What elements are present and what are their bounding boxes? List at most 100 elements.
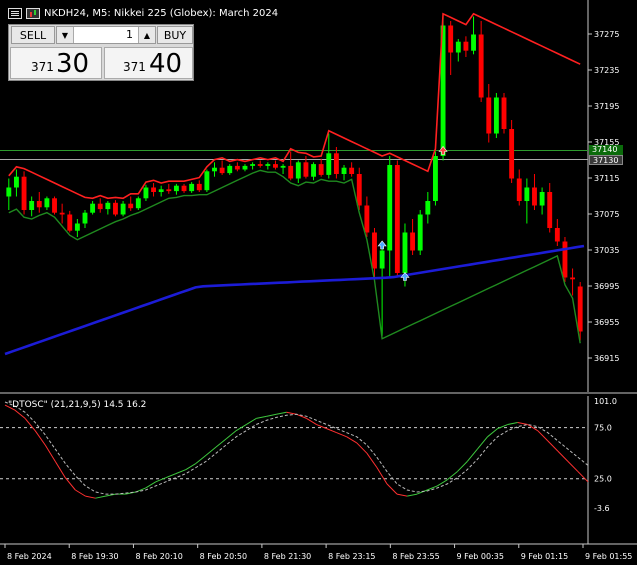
candle-body[interactable] — [135, 198, 141, 209]
candle-body[interactable] — [52, 198, 57, 213]
chart-type-icon[interactable] — [26, 7, 40, 19]
trade-arrow-icon[interactable] — [377, 240, 387, 250]
candle-body[interactable] — [501, 97, 507, 130]
candle-body[interactable] — [250, 164, 256, 166]
time-tick-label: 8 Feb 2024 — [7, 552, 52, 561]
candle-body[interactable] — [326, 153, 332, 175]
candle-body[interactable] — [158, 189, 164, 192]
chart-window[interactable]: 37275 37235 37195 37155 37115 37075 37035 36995… — [0, 0, 637, 565]
candle-body[interactable] — [219, 167, 225, 174]
candle-body[interactable] — [212, 167, 217, 172]
candle-body[interactable] — [486, 97, 492, 134]
chart-canvas[interactable]: 3727537235371953715537115370753703536995… — [0, 0, 637, 565]
candle-body[interactable] — [379, 250, 385, 269]
candle-body[interactable] — [303, 162, 309, 177]
candle-body[interactable] — [311, 164, 316, 177]
candle-body[interactable] — [280, 165, 286, 168]
candle-body[interactable] — [44, 198, 50, 208]
candle-body[interactable] — [570, 277, 576, 280]
lot-decrease-icon[interactable]: ▼ — [57, 27, 74, 43]
buy-button[interactable]: BUY — [157, 26, 193, 44]
candle-body[interactable] — [387, 165, 393, 251]
candle-body[interactable] — [189, 183, 195, 192]
sell-button[interactable]: SELL — [11, 26, 55, 44]
chart-header: NKDH24, M5: Nikkei 225 (Globex): March 2… — [8, 5, 278, 21]
candle-body[interactable] — [6, 187, 12, 197]
candle-body[interactable] — [173, 185, 179, 192]
candle-body[interactable] — [181, 185, 187, 192]
menu-icon[interactable] — [8, 7, 22, 19]
candle-body[interactable] — [82, 212, 88, 224]
candle-body[interactable] — [90, 203, 96, 213]
candle-body[interactable] — [120, 203, 126, 215]
oscillator-label: "DTOSC" (21,21,9,5) 14.5 16.2 — [8, 400, 147, 410]
candle-body[interactable] — [478, 34, 484, 98]
candle-body[interactable] — [333, 153, 339, 174]
candle-body[interactable] — [471, 34, 476, 51]
candle-body[interactable] — [113, 202, 118, 215]
lot-size-value[interactable]: 1 — [126, 28, 133, 41]
candle-body[interactable] — [532, 187, 537, 206]
candle-body[interactable] — [509, 129, 515, 179]
sell-price-cell[interactable]: 371 30 — [10, 47, 102, 79]
candle-body[interactable] — [67, 214, 73, 231]
candle-body[interactable] — [524, 187, 530, 202]
candle-body[interactable] — [349, 167, 355, 174]
candle-body[interactable] — [402, 232, 408, 274]
candle-body[interactable] — [493, 97, 499, 134]
candle-body[interactable] — [318, 164, 324, 175]
osc-fast-line — [577, 471, 589, 483]
candle-body[interactable] — [341, 167, 347, 174]
candle-body[interactable] — [425, 201, 431, 215]
candle-body[interactable] — [265, 164, 271, 166]
candle-body[interactable] — [455, 41, 461, 53]
time-tick-label: 9 Feb 00:35 — [457, 552, 504, 561]
osc-fast-line — [356, 442, 368, 454]
candle-body[interactable] — [257, 164, 263, 166]
candle-body[interactable] — [417, 214, 423, 251]
trade-arrow-icon[interactable] — [438, 146, 448, 155]
osc-fast-line — [145, 481, 157, 489]
candle-body[interactable] — [372, 232, 377, 269]
candle-body[interactable] — [516, 178, 522, 202]
lot-increase-icon[interactable]: ▲ — [138, 27, 155, 43]
candle-body[interactable] — [151, 187, 156, 193]
candle-body[interactable] — [562, 241, 568, 278]
candle-body[interactable] — [105, 202, 111, 210]
candle-body[interactable] — [410, 232, 416, 251]
candle-body[interactable] — [128, 203, 134, 209]
candle-body[interactable] — [394, 165, 400, 273]
osc-signal-line — [4, 401, 589, 495]
candle-body[interactable] — [364, 205, 370, 233]
osc-fast-line — [276, 411, 287, 415]
candle-body[interactable] — [547, 192, 553, 228]
candle-body[interactable] — [29, 201, 35, 210]
candle-body[interactable] — [13, 176, 19, 188]
candle-body[interactable] — [433, 156, 438, 201]
candle-body[interactable] — [273, 164, 278, 168]
candle-body[interactable] — [36, 201, 42, 208]
candle-body[interactable] — [74, 223, 80, 231]
candle-body[interactable] — [227, 165, 233, 174]
candle-body[interactable] — [242, 165, 248, 170]
candle-body[interactable] — [166, 189, 172, 192]
lot-size-field[interactable]: ▼ 1 ▲ — [56, 26, 156, 44]
candle-body[interactable] — [97, 203, 103, 210]
candle-body[interactable] — [143, 187, 149, 199]
candle-body[interactable] — [204, 171, 210, 191]
buy-price-cell[interactable]: 371 40 — [104, 47, 193, 79]
osc-fast-line — [336, 432, 347, 438]
candle-body[interactable] — [295, 162, 301, 179]
candle-body[interactable] — [21, 176, 27, 210]
candle-body[interactable] — [463, 41, 469, 51]
candle-body[interactable] — [539, 192, 545, 206]
candle-body[interactable] — [448, 25, 454, 53]
candle-body[interactable] — [577, 286, 583, 332]
candle-body[interactable] — [356, 174, 362, 206]
candle-body[interactable] — [196, 183, 202, 191]
candle-body[interactable] — [234, 165, 240, 170]
candle-body[interactable] — [59, 212, 65, 215]
candle-body[interactable] — [554, 228, 560, 242]
osc-fast-line — [75, 489, 86, 497]
candle-body[interactable] — [288, 165, 294, 179]
